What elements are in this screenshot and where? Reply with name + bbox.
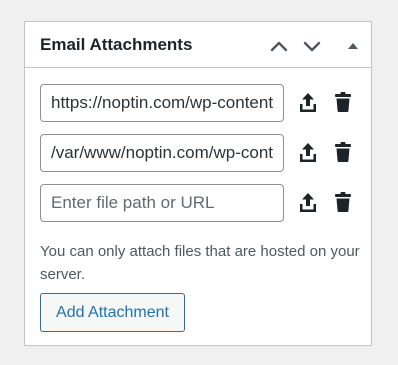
chevron-up-icon [270,41,288,52]
add-attachment-button[interactable]: Add Attachment [40,293,185,332]
upload-icon[interactable] [298,142,318,164]
chevron-down-icon [303,41,321,52]
toggle-panel-button[interactable] [342,35,364,57]
attachment-row [40,184,360,222]
attachment-row [40,84,360,122]
attachment-row [40,134,360,172]
email-attachments-metabox: Email Attachments https://noptin.com/wp-… [24,21,372,346]
move-up-button[interactable] [268,35,290,57]
upload-icon[interactable] [298,92,318,114]
attachment-path-input[interactable] [40,184,284,222]
triangle-up-icon [348,43,358,49]
attachment-path-input[interactable] [40,84,284,122]
trash-icon[interactable] [334,141,352,163]
help-text: You can only attach files that are hoste… [40,243,360,283]
metabox-title: Email Attachments [40,35,193,54]
move-down-button[interactable] [301,35,323,57]
upload-icon[interactable] [298,192,318,214]
trash-icon[interactable] [334,191,352,213]
trash-icon[interactable] [334,91,352,113]
attachment-path-input[interactable] [40,134,284,172]
metabox-header: Email Attachments [25,22,371,68]
